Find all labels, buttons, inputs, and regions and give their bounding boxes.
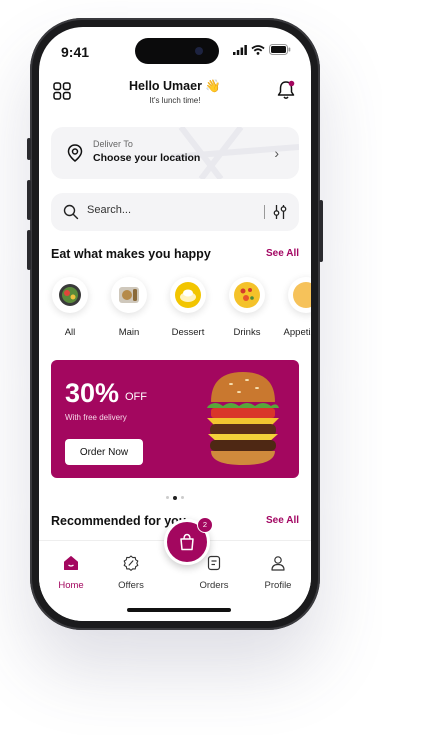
orders-list-icon bbox=[207, 555, 221, 571]
greeting-subtitle: It's lunch time! bbox=[149, 96, 201, 105]
appetizer-icon bbox=[288, 277, 311, 313]
volume-up-button bbox=[27, 180, 31, 220]
category-dessert[interactable]: Dessert bbox=[165, 277, 211, 338]
main-dish-icon bbox=[111, 277, 147, 313]
silent-switch bbox=[27, 138, 31, 160]
filter-sliders-icon[interactable] bbox=[273, 204, 287, 220]
promo-percent: 30% bbox=[65, 378, 120, 408]
phone-frame: 9:41 Hello Umaer 👋 It's lunch time! Deli… bbox=[27, 18, 323, 630]
tab-label: Orders bbox=[199, 580, 229, 591]
tab-orders[interactable]: Orders bbox=[189, 555, 239, 591]
category-drinks[interactable]: Drinks bbox=[224, 277, 270, 338]
home-indicator[interactable] bbox=[127, 608, 231, 612]
user-profile-icon bbox=[271, 556, 285, 571]
dynamic-island bbox=[135, 38, 219, 64]
order-now-button[interactable]: Order Now bbox=[65, 439, 143, 465]
category-label: Appetizers bbox=[283, 327, 311, 338]
categories-title: Eat what makes you happy bbox=[51, 247, 211, 261]
carousel-indicator[interactable] bbox=[39, 489, 311, 507]
promo-off-label: OFF bbox=[125, 391, 147, 403]
shopping-bag-icon bbox=[180, 533, 194, 551]
wifi-icon bbox=[251, 44, 265, 55]
recommended-see-all-link[interactable]: See All bbox=[266, 515, 299, 526]
deliver-to-card[interactable]: Deliver To Choose your location › bbox=[51, 127, 299, 179]
status-icons bbox=[233, 44, 291, 55]
drinks-icon bbox=[229, 277, 265, 313]
cart-count-badge: 2 bbox=[197, 517, 213, 533]
signal-icon bbox=[233, 44, 247, 55]
category-all[interactable]: All bbox=[47, 277, 93, 338]
search-input[interactable] bbox=[85, 203, 229, 217]
categories-see-all-link[interactable]: See All bbox=[266, 248, 299, 259]
recommended-title: Recommended for you bbox=[51, 514, 187, 528]
promo-banner[interactable]: 30% OFF With free delivery Order Now bbox=[51, 360, 299, 478]
battery-icon bbox=[269, 44, 291, 55]
category-main[interactable]: Main bbox=[106, 277, 152, 338]
location-pin-icon bbox=[67, 144, 83, 162]
home-icon bbox=[64, 556, 78, 570]
dessert-icon bbox=[170, 277, 206, 313]
category-label: Dessert bbox=[171, 327, 205, 338]
search-divider bbox=[264, 205, 265, 219]
power-button bbox=[319, 200, 323, 262]
tab-label: Home bbox=[58, 580, 84, 591]
salad-bowl-icon bbox=[52, 277, 88, 313]
category-appetizers[interactable]: Appetizers bbox=[283, 277, 311, 338]
burger-image bbox=[207, 372, 279, 465]
category-label: Drinks bbox=[233, 327, 261, 338]
category-label: All bbox=[64, 327, 76, 338]
location-value: Choose your location bbox=[93, 152, 201, 164]
tab-label: Offers bbox=[118, 580, 144, 591]
tab-profile[interactable]: Profile bbox=[253, 555, 303, 591]
discount-badge-icon bbox=[123, 555, 139, 571]
greeting-title: Hello Umaer 👋 bbox=[129, 79, 221, 93]
search-icon bbox=[63, 204, 79, 220]
tab-label: Profile bbox=[264, 580, 292, 591]
categories-header: Eat what makes you happy See All bbox=[51, 247, 299, 267]
bottom-tab-bar: 2 Home Offers Orders Profile bbox=[39, 517, 311, 621]
search-bar bbox=[51, 193, 299, 231]
status-bar: 9:41 bbox=[39, 27, 311, 69]
chevron-right-icon: › bbox=[274, 145, 279, 161]
category-list: All Main Dessert Drinks Appeti bbox=[39, 277, 311, 347]
status-time: 9:41 bbox=[61, 44, 90, 60]
tab-home[interactable]: Home bbox=[46, 555, 96, 591]
app-header: Hello Umaer 👋 It's lunch time! bbox=[39, 75, 311, 115]
tab-offers[interactable]: Offers bbox=[106, 555, 156, 591]
greeting: Hello Umaer 👋 It's lunch time! bbox=[39, 79, 311, 105]
deliver-to-label: Deliver To bbox=[93, 139, 133, 149]
notification-bell-icon[interactable] bbox=[275, 79, 297, 101]
promo-subtitle: With free delivery bbox=[65, 413, 127, 422]
volume-down-button bbox=[27, 230, 31, 270]
category-label: Main bbox=[118, 327, 140, 338]
app-screen: 9:41 Hello Umaer 👋 It's lunch time! Deli… bbox=[39, 27, 311, 621]
